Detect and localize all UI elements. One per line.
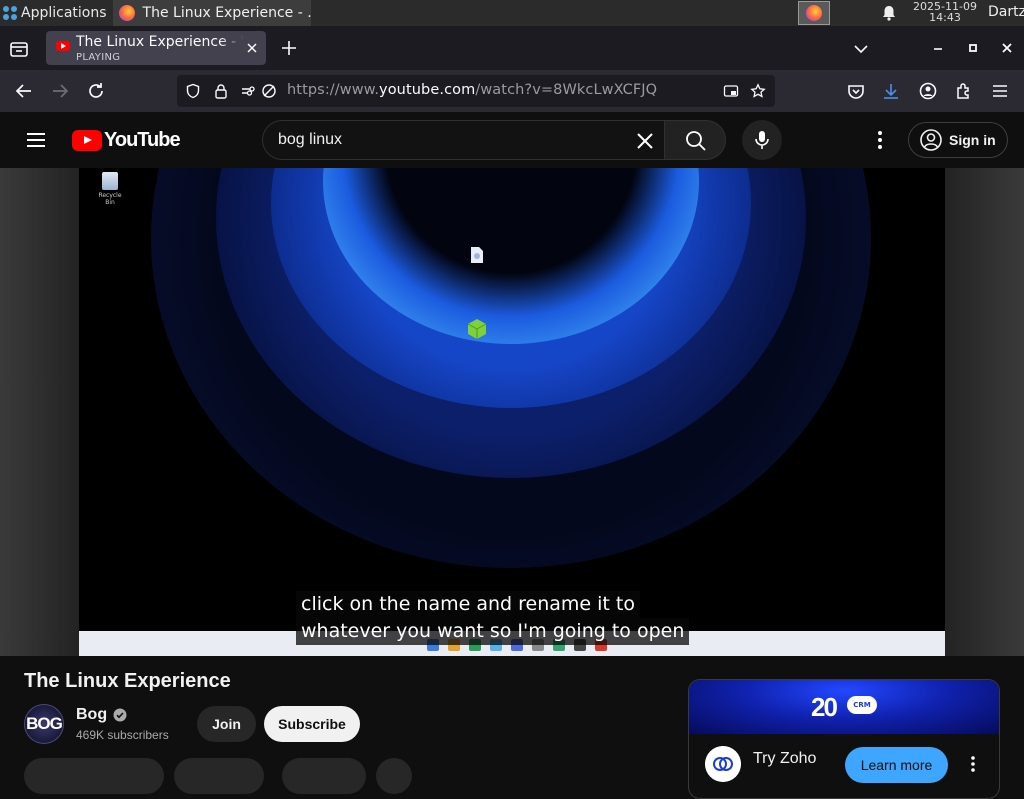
tab-title: The Linux Experience - YouTube bbox=[76, 34, 244, 50]
url-domain: youtube.com bbox=[379, 82, 476, 98]
reload-icon[interactable] bbox=[86, 81, 106, 101]
browser-tab-bar: The Linux Experience - YouTube PLAYING bbox=[0, 26, 1024, 70]
youtube-favicon-icon bbox=[56, 41, 70, 51]
firefox-view-icon[interactable] bbox=[8, 38, 30, 60]
voice-search-button[interactable] bbox=[742, 120, 782, 160]
youtube-header: YouTube bog linux Sign in bbox=[0, 112, 1024, 168]
channel-avatar[interactable]: BOG bbox=[24, 704, 64, 744]
bookmark-star-icon[interactable] bbox=[750, 83, 766, 99]
join-button[interactable]: Join bbox=[197, 706, 256, 742]
video-frame[interactable]: Recycle Bin click on the name and rename… bbox=[79, 168, 945, 656]
new-tab-plus-icon[interactable] bbox=[280, 39, 298, 57]
taskbar-window-title: The Linux Experience - ... bbox=[142, 5, 311, 21]
app-menu-hamburger-icon[interactable] bbox=[990, 81, 1010, 101]
address-bar[interactable]: https://www.youtube.com/watch?v=8WkcLwXC… bbox=[177, 75, 775, 107]
search-box[interactable]: bog linux bbox=[262, 120, 664, 160]
tracking-shield-icon[interactable] bbox=[185, 83, 201, 99]
extensions-puzzle-icon[interactable] bbox=[954, 81, 974, 101]
browser-nav-bar: https://www.youtube.com/watch?v=8WkcLwXC… bbox=[0, 70, 1024, 112]
picture-in-picture-icon[interactable] bbox=[723, 83, 739, 99]
subscriber-count: 469K subscribers bbox=[76, 728, 169, 742]
ad-more-options-icon[interactable] bbox=[965, 754, 981, 774]
ad-banner-image[interactable]: 20 CRM bbox=[689, 680, 999, 734]
applications-label: Applications bbox=[21, 5, 107, 21]
url-prefix: https://www. bbox=[287, 82, 380, 98]
channel-name[interactable]: Bog bbox=[76, 706, 127, 724]
permissions-icon[interactable] bbox=[240, 83, 256, 99]
recycle-bin-icon bbox=[102, 172, 118, 190]
youtube-logo[interactable]: YouTube bbox=[72, 129, 181, 152]
clear-search-icon[interactable] bbox=[635, 131, 655, 151]
user-name[interactable]: Dartz bbox=[988, 4, 1024, 20]
green-cube-icon bbox=[467, 319, 487, 339]
recycle-bin-desktop-icon: Recycle Bin bbox=[93, 172, 127, 206]
channel-name-text: Bog bbox=[76, 706, 108, 723]
firefox-icon bbox=[118, 5, 135, 21]
forward-arrow-icon[interactable] bbox=[50, 81, 70, 101]
back-arrow-icon[interactable] bbox=[14, 81, 34, 101]
recycle-bin-label: Recycle Bin bbox=[98, 192, 122, 206]
guide-menu-icon[interactable] bbox=[24, 128, 48, 152]
account-circle-icon bbox=[920, 129, 942, 151]
search-icon bbox=[686, 131, 706, 151]
firefox-tray-icon bbox=[806, 5, 822, 21]
ad-banner-badge: CRM bbox=[847, 696, 877, 714]
video-player[interactable]: Recycle Bin click on the name and rename… bbox=[0, 168, 1024, 656]
applications-icon bbox=[3, 6, 17, 20]
clock[interactable]: 2025-11-09 14:43 bbox=[906, 1, 984, 23]
ad-banner-number: 20 bbox=[811, 692, 838, 722]
url-text[interactable]: https://www.youtube.com/watch?v=8WkcLwXC… bbox=[287, 82, 657, 98]
caption-line-2: whatever you want so I'm going to open bbox=[296, 618, 690, 645]
taskbar-window-button[interactable]: The Linux Experience - ... bbox=[112, 0, 311, 26]
clock-time: 14:43 bbox=[929, 11, 961, 24]
ad-title: Try Zoho bbox=[753, 750, 817, 767]
youtube-play-icon bbox=[72, 130, 102, 151]
tab-playing-status: PLAYING bbox=[76, 52, 121, 63]
video-title: The Linux Experience bbox=[24, 670, 231, 692]
browser-tab-active[interactable]: The Linux Experience - YouTube PLAYING bbox=[46, 31, 266, 65]
notification-bell-icon[interactable] bbox=[880, 4, 898, 22]
download-button[interactable] bbox=[282, 758, 366, 794]
search-button[interactable] bbox=[664, 120, 726, 160]
close-window-icon[interactable] bbox=[999, 40, 1015, 56]
verified-badge-icon bbox=[113, 708, 127, 722]
youtube-logo-text: YouTube bbox=[104, 129, 181, 151]
installer-desktop-icon bbox=[447, 246, 507, 268]
microphone-icon bbox=[755, 131, 769, 149]
applications-menu[interactable]: Applications bbox=[0, 0, 111, 26]
caption-line-1: click on the name and rename it to bbox=[296, 591, 640, 618]
list-all-tabs-chevron-icon[interactable] bbox=[852, 40, 870, 58]
autoplay-blocked-icon[interactable] bbox=[261, 83, 277, 99]
pocket-icon[interactable] bbox=[846, 81, 866, 101]
tab-close-icon[interactable] bbox=[244, 40, 260, 56]
tray-firefox-button[interactable] bbox=[798, 1, 830, 25]
lock-icon[interactable] bbox=[213, 83, 229, 99]
url-path: /watch?v=8WkcLwXCFJQ bbox=[475, 82, 658, 98]
like-dislike-button[interactable] bbox=[24, 758, 164, 794]
minimize-window-icon[interactable] bbox=[930, 40, 946, 56]
search-input[interactable]: bog linux bbox=[278, 131, 342, 149]
os-taskbar: Applications The Linux Experience - ... … bbox=[0, 0, 1024, 26]
share-button[interactable] bbox=[174, 758, 264, 794]
zoho-logo-icon bbox=[705, 746, 741, 782]
sponsored-ad-card[interactable]: 20 CRM Try Zoho Learn more bbox=[688, 679, 1000, 799]
more-actions-button[interactable] bbox=[376, 758, 412, 794]
balena-desktop-icon bbox=[447, 318, 507, 344]
sign-in-button[interactable]: Sign in bbox=[908, 122, 1008, 158]
channel-avatar-initials: BOG bbox=[26, 714, 63, 733]
file-icon bbox=[471, 247, 483, 263]
downloads-icon[interactable] bbox=[881, 81, 901, 101]
subscribe-button[interactable]: Subscribe bbox=[264, 706, 360, 742]
video-caption: click on the name and rename it to whate… bbox=[296, 591, 690, 645]
maximize-window-icon[interactable] bbox=[965, 40, 981, 56]
account-icon[interactable] bbox=[918, 81, 938, 101]
more-options-vertical-dots-icon[interactable] bbox=[868, 128, 892, 152]
sign-in-label: Sign in bbox=[949, 132, 996, 148]
learn-more-button[interactable]: Learn more bbox=[845, 747, 948, 783]
